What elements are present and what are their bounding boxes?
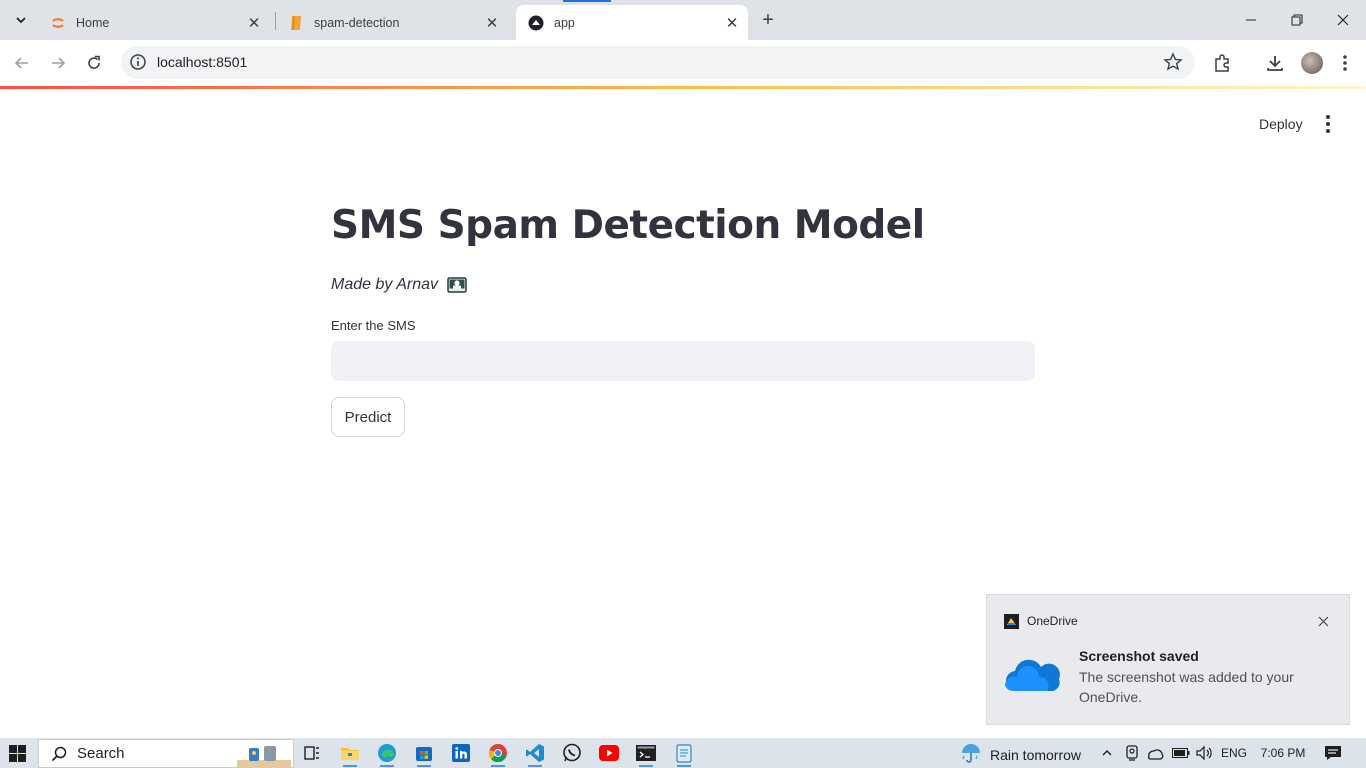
byline-text: Made by Arnav bbox=[331, 275, 439, 293]
tab-title: Home bbox=[76, 15, 110, 30]
taskbar: Search Rain tomorrow ENG 7:06 PM bbox=[0, 738, 1366, 768]
star-icon[interactable] bbox=[1163, 52, 1183, 72]
profile-avatar[interactable] bbox=[1301, 52, 1323, 74]
language-indicator[interactable]: ENG bbox=[1220, 744, 1248, 762]
search-label: Search bbox=[77, 745, 125, 762]
weather-text: Rain tomorrow bbox=[990, 746, 1082, 763]
close-window-button[interactable] bbox=[1328, 6, 1358, 34]
forward-button[interactable] bbox=[44, 49, 72, 77]
streamlit-icon bbox=[528, 15, 544, 31]
cloud-icon bbox=[1003, 655, 1063, 695]
close-icon bbox=[1337, 14, 1349, 26]
task-view-icon[interactable] bbox=[301, 742, 323, 764]
technologist-emoji-icon bbox=[446, 275, 468, 294]
microsoft-store-icon[interactable] bbox=[413, 742, 435, 767]
deploy-button[interactable]: Deploy bbox=[1249, 112, 1313, 136]
back-button[interactable] bbox=[8, 49, 36, 77]
close-icon[interactable]: ✕ bbox=[722, 13, 742, 33]
notification-app-name: OneDrive bbox=[1027, 614, 1078, 628]
youtube-icon[interactable] bbox=[598, 742, 620, 764]
info-icon[interactable] bbox=[129, 53, 147, 71]
sms-input-label: Enter the SMS bbox=[331, 318, 416, 333]
battery-icon[interactable] bbox=[1172, 744, 1190, 762]
downloads-button[interactable] bbox=[1264, 52, 1286, 74]
restore-icon bbox=[1291, 14, 1303, 26]
kebab-dot bbox=[1326, 115, 1330, 119]
sms-input[interactable] bbox=[331, 341, 1035, 381]
onedrive-app-icon bbox=[1004, 614, 1019, 629]
clock[interactable]: 7:06 PM bbox=[1260, 744, 1306, 762]
whatsapp-icon[interactable] bbox=[561, 742, 583, 764]
network-icon[interactable] bbox=[1146, 744, 1164, 762]
kebab-menu-icon bbox=[1343, 55, 1347, 71]
tab-home[interactable]: Home ✕ bbox=[38, 5, 270, 40]
windows-start-icon[interactable] bbox=[9, 745, 26, 762]
camera-icon[interactable] bbox=[1124, 744, 1140, 762]
arrow-left-icon bbox=[14, 57, 28, 69]
reload-button[interactable] bbox=[80, 49, 108, 77]
restore-button[interactable] bbox=[1282, 6, 1312, 34]
tab-app[interactable]: app ✕ bbox=[516, 5, 748, 40]
reload-icon bbox=[88, 55, 100, 69]
download-icon bbox=[1267, 56, 1283, 71]
notebook-icon bbox=[288, 15, 304, 31]
minimize-icon bbox=[1246, 19, 1256, 21]
app-header-decoration bbox=[0, 86, 1366, 89]
kebab-dot bbox=[1326, 122, 1330, 126]
notification-heading: Screenshot saved bbox=[1079, 648, 1199, 664]
file-explorer-icon[interactable] bbox=[339, 742, 361, 767]
close-icon[interactable]: ✕ bbox=[482, 13, 502, 33]
jupyter-icon bbox=[50, 15, 66, 31]
chrome-icon[interactable] bbox=[487, 742, 509, 767]
notepad-icon[interactable] bbox=[673, 742, 695, 767]
tab-spam-detection[interactable]: spam-detection ✕ bbox=[276, 5, 508, 40]
url-text[interactable]: localhost:8501 bbox=[157, 54, 247, 70]
tab-loading-indicator bbox=[563, 0, 611, 2]
tab-title: app bbox=[554, 15, 575, 30]
page-title: SMS Spam Detection Model bbox=[331, 203, 925, 248]
weather-widget[interactable]: Rain tomorrow bbox=[960, 742, 1081, 767]
byline: Made by Arnav bbox=[331, 275, 468, 294]
browser-menu-button[interactable] bbox=[1334, 52, 1356, 74]
arrow-right-icon bbox=[52, 57, 66, 69]
linkedin-icon[interactable] bbox=[450, 742, 472, 764]
onedrive-notification[interactable]: OneDrive Screenshot saved The screenshot… bbox=[986, 594, 1350, 725]
new-tab-button[interactable]: + bbox=[756, 8, 780, 32]
edge-browser-icon[interactable] bbox=[376, 742, 398, 767]
puzzle-icon bbox=[1215, 54, 1229, 72]
umbrella-rain-icon bbox=[960, 742, 982, 767]
volume-icon[interactable] bbox=[1195, 744, 1213, 762]
close-icon[interactable]: ✕ bbox=[244, 13, 264, 33]
notifications-icon[interactable] bbox=[1324, 744, 1342, 762]
search-highlight-image bbox=[237, 742, 291, 767]
app-menu-button[interactable] bbox=[1316, 112, 1340, 136]
close-icon[interactable] bbox=[1313, 611, 1333, 631]
terminal-icon[interactable] bbox=[635, 742, 657, 767]
extensions-button[interactable] bbox=[1211, 52, 1233, 74]
chevron-up-icon[interactable] bbox=[1099, 744, 1115, 762]
minimize-button[interactable] bbox=[1236, 6, 1266, 34]
address-bar[interactable]: localhost:8501 bbox=[121, 46, 1195, 79]
predict-button[interactable]: Predict bbox=[331, 397, 405, 437]
vscode-icon[interactable] bbox=[524, 742, 546, 767]
browser-toolbar: localhost:8501 bbox=[0, 40, 1366, 86]
taskbar-search[interactable]: Search bbox=[38, 739, 294, 768]
chevron-down-icon bbox=[16, 17, 26, 24]
kebab-dot bbox=[1326, 129, 1330, 133]
tab-title: spam-detection bbox=[314, 15, 400, 30]
tab-search-button[interactable] bbox=[8, 7, 34, 33]
search-icon bbox=[51, 746, 67, 762]
notification-body: The screenshot was added to your OneDriv… bbox=[1079, 669, 1294, 705]
tab-strip: Home ✕ spam-detection ✕ app ✕ + bbox=[0, 0, 1366, 40]
